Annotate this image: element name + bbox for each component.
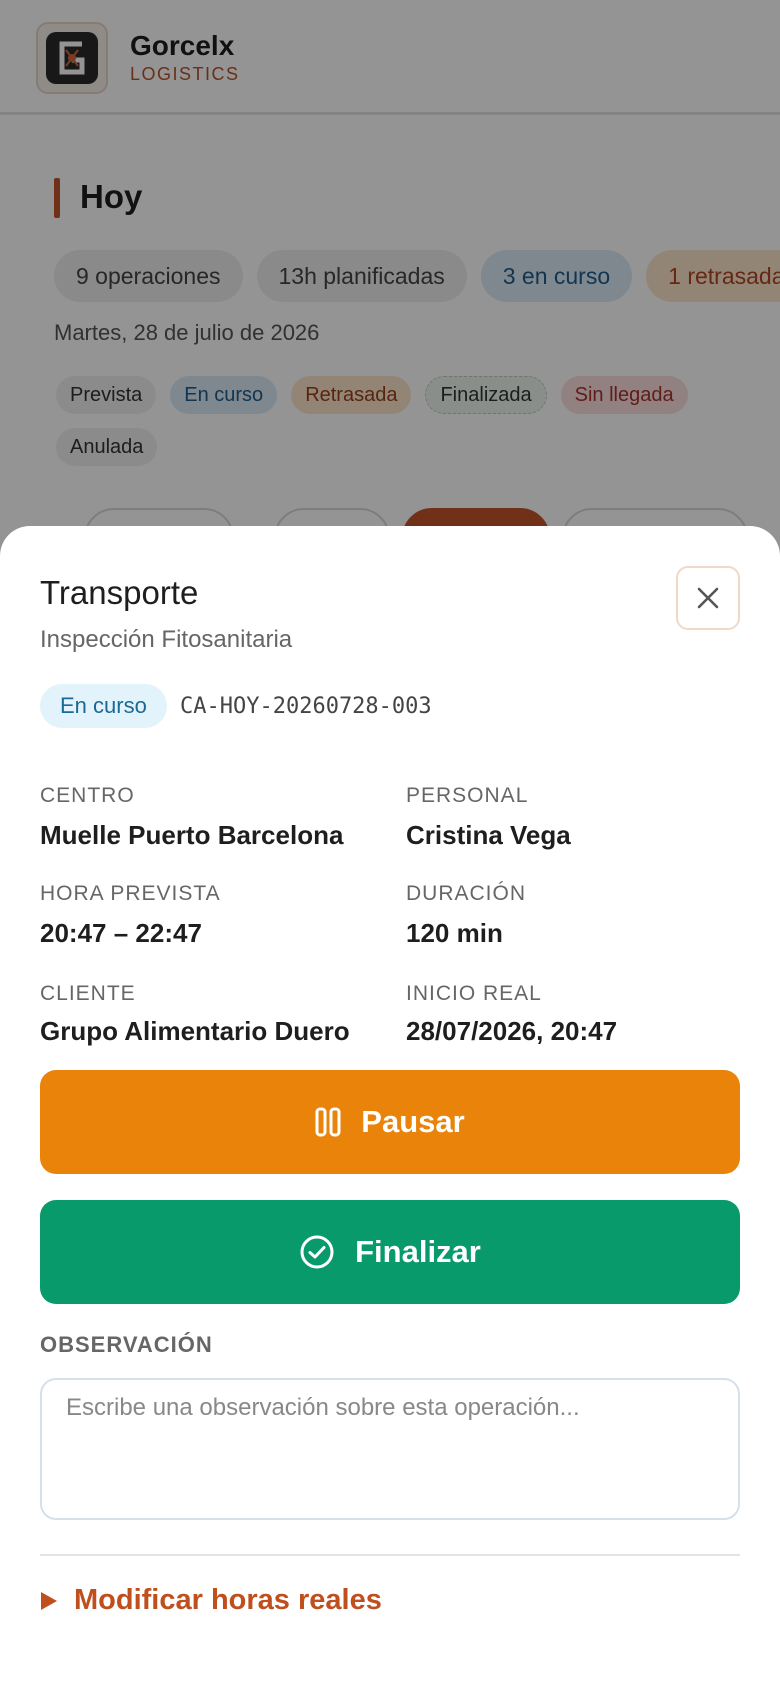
- centro-label: CENTRO: [40, 784, 135, 807]
- cliente-label: CLIENTE: [40, 982, 136, 1005]
- close-icon: [697, 587, 719, 609]
- duracion-label: DURACIÓN: [406, 882, 527, 905]
- duracion-value: 120 min: [406, 918, 503, 948]
- sheet-title: Transporte: [40, 574, 199, 611]
- inicio-real-value: 28/07/2026, 20:47: [406, 1016, 618, 1046]
- check-circle-icon: [300, 1235, 334, 1269]
- modify-hours-toggle[interactable]: Modificar horas reales: [40, 1584, 382, 1617]
- status-badge: En curso: [40, 684, 167, 728]
- divider: [40, 1554, 740, 1556]
- inicio-real-label: INICIO REAL: [406, 982, 542, 1005]
- personal-label: PERSONAL: [406, 784, 529, 807]
- cliente-value: Grupo Alimentario Duero: [40, 1016, 350, 1046]
- operation-detail-sheet: Transporte Inspección Fitosanitaria En c…: [0, 526, 780, 1688]
- operation-code: CA-HOY-20260728-003: [180, 694, 432, 719]
- finish-label: Finalizar: [355, 1234, 481, 1269]
- pause-button[interactable]: Pausar: [40, 1070, 740, 1174]
- observation-label: OBSERVACIÓN: [40, 1332, 213, 1357]
- modify-hours-label: Modificar horas reales: [74, 1584, 382, 1616]
- triangle-right-icon: [41, 1591, 57, 1610]
- close-button[interactable]: [676, 566, 740, 630]
- observation-input[interactable]: [40, 1378, 740, 1520]
- pause-label: Pausar: [361, 1104, 465, 1139]
- centro-value: Muelle Puerto Barcelona: [40, 820, 344, 850]
- hora-prevista-label: HORA PREVISTA: [40, 882, 221, 905]
- personal-value: Cristina Vega: [406, 820, 571, 850]
- finish-button[interactable]: Finalizar: [40, 1200, 740, 1304]
- sheet-subtitle: Inspección Fitosanitaria: [40, 626, 293, 653]
- hora-prevista-value: 20:47 – 22:47: [40, 918, 202, 948]
- pause-icon: [315, 1107, 341, 1137]
